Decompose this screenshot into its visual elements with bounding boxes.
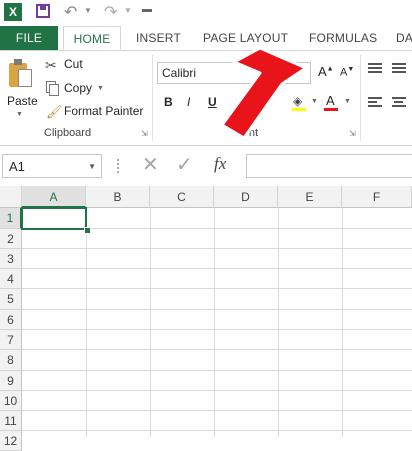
red-arrow-shape (220, 46, 308, 140)
red-arrow-annotation (220, 46, 308, 140)
